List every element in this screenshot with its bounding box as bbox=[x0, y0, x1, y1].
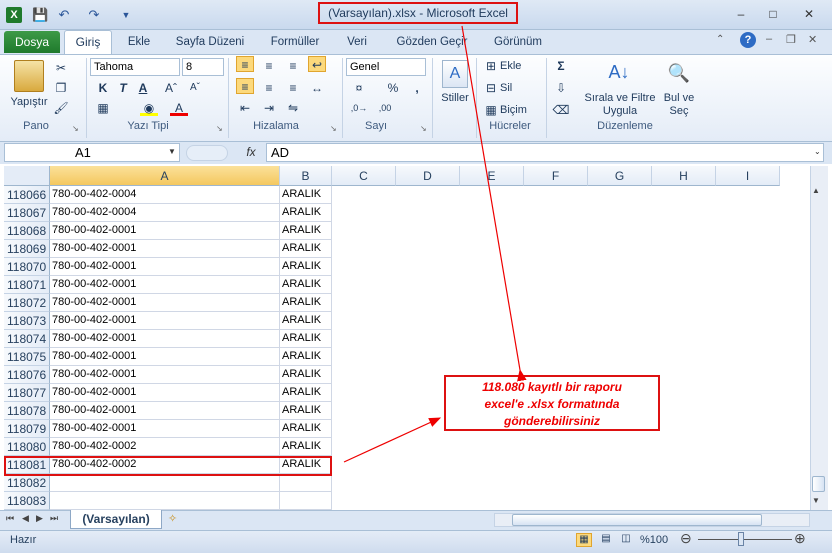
zoom-level[interactable]: %100 bbox=[640, 534, 668, 546]
normal-view-icon[interactable]: ▦ bbox=[576, 533, 592, 547]
sheet-nav-first-icon[interactable]: ⏮ bbox=[6, 513, 14, 524]
arrow-to-title bbox=[461, 25, 527, 382]
hscroll-thumb[interactable] bbox=[512, 514, 762, 526]
page-break-view-icon[interactable]: ◫ bbox=[618, 533, 634, 547]
arrow-to-callout bbox=[343, 417, 442, 463]
insert-sheet-icon[interactable]: ✧ bbox=[168, 512, 177, 525]
sheet-nav-last-icon[interactable]: ⏭ bbox=[50, 513, 58, 524]
sheet-nav-next-icon[interactable]: ▶ bbox=[36, 513, 43, 524]
zoom-slider-thumb[interactable] bbox=[738, 532, 744, 546]
status-bar bbox=[0, 530, 832, 553]
page-layout-view-icon[interactable]: ▤ bbox=[598, 533, 614, 547]
sheet-tab-varsayilan[interactable]: (Varsayılan) bbox=[70, 510, 162, 529]
zoom-in-icon[interactable]: ⊕ bbox=[794, 530, 806, 547]
sheet-nav-prev-icon[interactable]: ◀ bbox=[22, 513, 29, 524]
status-ready: Hazır bbox=[10, 534, 37, 546]
zoom-out-icon[interactable]: ⊖ bbox=[680, 530, 692, 547]
annotation-arrows bbox=[343, 25, 527, 463]
zoom-slider[interactable] bbox=[698, 539, 792, 540]
